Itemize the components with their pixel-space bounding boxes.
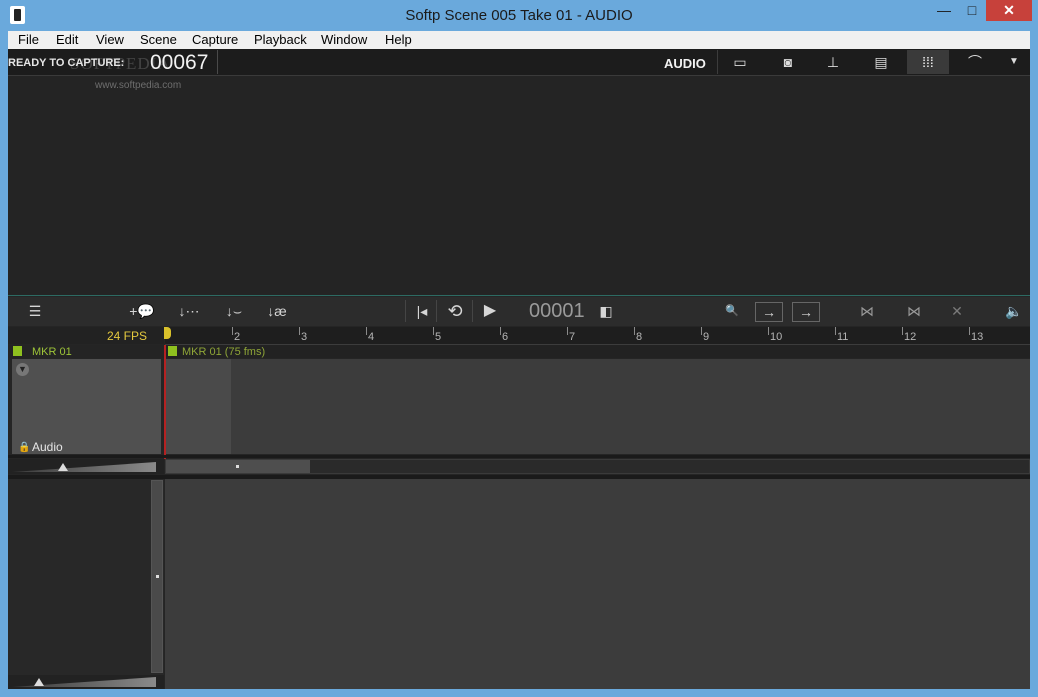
lower-left-pane [8,479,164,689]
ruler-label: 13 [971,331,984,343]
audio-clip-region[interactable] [165,359,231,454]
step-forward-icon[interactable]: → [755,302,783,322]
fps-selector[interactable]: 24 FPS [107,329,147,343]
play-icon[interactable]: ▶ [480,302,500,320]
ruler-tick [969,327,970,335]
timeline-ruler[interactable] [165,327,1030,345]
lock-icon[interactable]: 🔒 [18,442,30,453]
chevron-down-icon[interactable]: ▼ [1004,52,1024,72]
menu-help[interactable]: Help [385,32,412,47]
loop-icon[interactable]: ⟲ [442,302,468,320]
ruler-label: 9 [703,331,710,343]
speaker-icon[interactable]: 🔈 [1002,302,1026,320]
monitor-icon[interactable]: ▭ [727,52,753,72]
track-name: Audio [32,440,63,454]
capture-frame-number: 00067 [150,51,209,74]
ruler-tick [500,327,501,335]
ruler-label: 12 [904,331,917,343]
ruler-tick [701,327,702,335]
menu-playback[interactable]: Playback [254,32,307,47]
ruler-tick [299,327,300,335]
preview-viewport [8,76,1030,295]
ruler-label: 5 [435,331,442,343]
flag-icon[interactable]: ◧ [598,302,614,320]
add-marker-icon[interactable]: +💬 [128,302,156,320]
marker-range-label[interactable]: MKR 01 (75 fms) [182,346,265,358]
marker-row [165,345,1030,358]
track-zoom-thumb[interactable] [58,463,68,471]
delete-icon[interactable]: ✕ [944,302,970,320]
toolbar-divider [405,300,406,322]
ruler-label: 8 [636,331,643,343]
watermark-url: www.softpedia.com [95,80,182,91]
menu-scene[interactable]: Scene [140,32,177,47]
camera-icon[interactable]: ◙ [775,52,801,72]
playhead-line[interactable] [164,345,166,459]
scrollbar-grip [156,575,159,578]
light-stand-icon[interactable]: ⊥ [820,52,846,72]
marker-flag-icon[interactable] [13,346,22,356]
audio-track-lane[interactable] [165,359,1030,454]
toolbar-divider [472,300,473,322]
ruler-label: 11 [837,331,849,343]
viewport-border [8,295,1030,296]
ruler-tick [567,327,568,335]
extend-forward-icon[interactable]: → [792,302,820,322]
ruler-label: 7 [569,331,576,343]
go-to-start-icon[interactable]: |◂ [412,302,432,320]
ruler-tick [232,327,233,335]
toolbar-divider [436,300,437,322]
ruler-label: 3 [301,331,308,343]
minimize-button[interactable]: — [930,0,958,21]
insert-clip-icon[interactable]: ↓⌣ [222,302,246,320]
zoom-icon[interactable]: 🔍 [724,302,740,320]
ruler-label: 2 [234,331,241,343]
toolbar-divider [717,50,718,74]
menu-capture[interactable]: Capture [192,32,238,47]
menu-bar: File Edit View Scene Capture Playback Wi… [8,31,1030,49]
ruler-tick [366,327,367,335]
marker-flag-icon[interactable] [168,346,177,356]
track-mute-icon[interactable]: ▼ [16,363,29,376]
ruler-label: 4 [368,331,375,343]
split-gap-icon[interactable]: ⋈ [897,302,931,320]
ruler-label: 10 [770,331,783,343]
ruler-tick [634,327,635,335]
window-title: Softp Scene 005 Take 01 - AUDIO [405,7,633,24]
menu-icon[interactable]: ☰ [16,302,54,320]
ruler-tick [902,327,903,335]
insert-audio-icon[interactable]: ↓⋯ [168,302,210,320]
curve-icon[interactable]: ⌒ [960,52,990,72]
close-button[interactable]: ✕ [986,0,1032,21]
frame-counter[interactable]: 00001 [529,300,585,323]
playhead-handle[interactable] [164,327,171,339]
maximize-button[interactable]: □ [958,0,986,21]
lower-main-pane [165,479,1030,689]
ruler-label: 6 [502,331,509,343]
waveform-icon[interactable]: ⁞⁞⁞ [907,50,949,74]
xsheet-icon[interactable]: ▤ [868,52,894,72]
split-icon[interactable]: ⋈ [852,302,882,320]
pane-divider[interactable] [8,455,1030,458]
marker-label[interactable]: MKR 01 [32,346,72,358]
capture-status: READY TO CAPTURE: [8,57,125,69]
ruler-tick [835,327,836,335]
ruler-tick [433,327,434,335]
menu-edit[interactable]: Edit [56,32,78,47]
mode-label: AUDIO [664,56,706,71]
toolbar-divider [217,50,218,74]
insert-text-icon[interactable]: ↓æ [258,302,296,320]
scrollbar-grip [236,465,239,468]
menu-view[interactable]: View [96,32,124,47]
lower-zoom-thumb[interactable] [34,678,44,686]
menu-file[interactable]: File [18,32,39,47]
ruler-tick [768,327,769,335]
menu-window[interactable]: Window [321,32,367,47]
